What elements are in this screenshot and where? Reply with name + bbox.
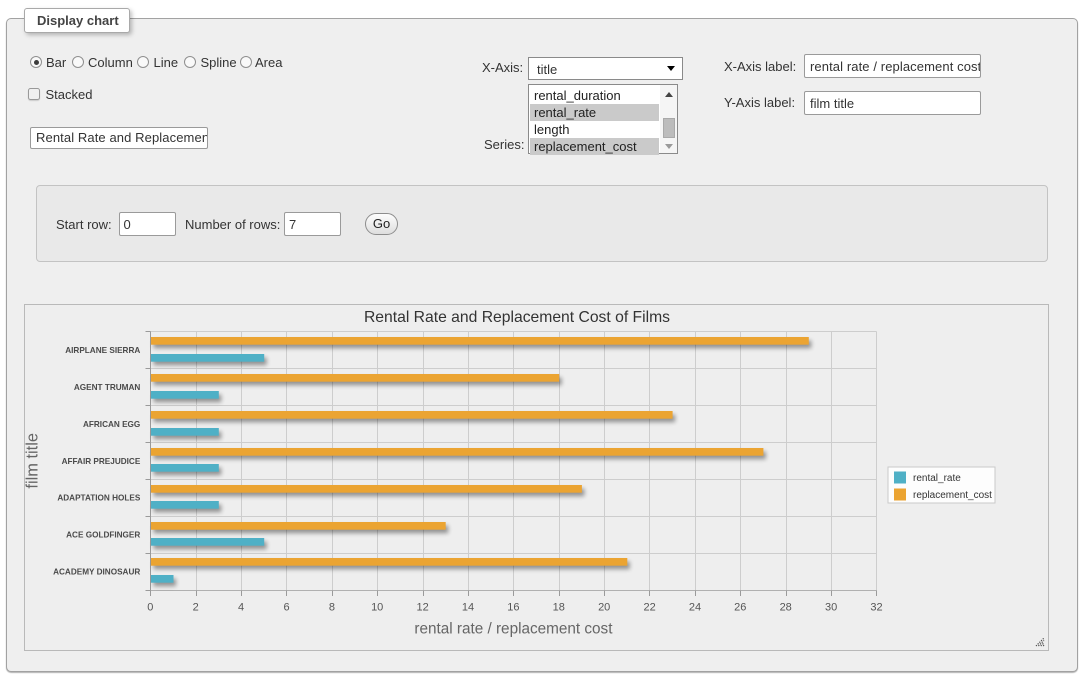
svg-text:10: 10 [371,601,383,613]
svg-text:8: 8 [329,601,335,613]
svg-text:ACADEMY DINOSAUR: ACADEMY DINOSAUR [53,568,140,577]
svg-text:28: 28 [780,601,792,613]
svg-text:Rental Rate and Replacement Co: Rental Rate and Replacement Cost of Film… [364,309,670,326]
svg-text:0: 0 [147,601,153,613]
svg-text:AIRPLANE SIERRA: AIRPLANE SIERRA [65,346,140,355]
svg-text:AFFAIR PREJUDICE: AFFAIR PREJUDICE [62,457,141,466]
svg-text:ACE GOLDFINGER: ACE GOLDFINGER [66,531,140,540]
svg-text:22: 22 [643,601,655,613]
svg-text:ADAPTATION HOLES: ADAPTATION HOLES [57,494,140,503]
svg-text:rental_rate: rental_rate [913,473,961,484]
svg-text:6: 6 [283,601,289,613]
svg-text:20: 20 [598,601,610,613]
svg-text:AGENT TRUMAN: AGENT TRUMAN [74,383,140,392]
svg-text:2: 2 [193,601,199,613]
svg-text:12: 12 [416,601,428,613]
svg-text:30: 30 [825,601,837,613]
svg-text:AFRICAN EGG: AFRICAN EGG [83,420,140,429]
svg-text:replacement_cost: replacement_cost [913,490,992,501]
svg-text:film title: film title [25,433,42,489]
svg-text:18: 18 [553,601,565,613]
svg-text:26: 26 [734,601,746,613]
svg-text:rental rate / replacement cost: rental rate / replacement cost [414,621,613,638]
svg-text:32: 32 [870,601,882,613]
svg-text:14: 14 [462,601,474,613]
svg-text:16: 16 [507,601,519,613]
svg-text:24: 24 [689,601,701,613]
svg-text:4: 4 [238,601,244,613]
